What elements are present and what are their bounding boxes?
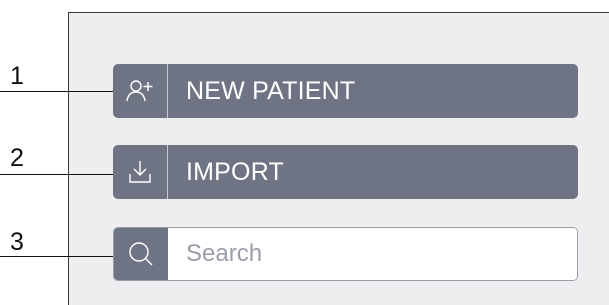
search-icon [129,242,153,266]
add-user-icon [126,80,153,102]
import-icon-cell [113,145,168,199]
new-patient-button[interactable]: NEW PATIENT [113,64,578,118]
new-patient-label: NEW PATIENT [186,76,356,105]
search-icon-cell[interactable] [114,228,168,280]
download-icon [129,161,151,183]
import-label: IMPORT [186,157,284,186]
new-patient-icon-cell [113,64,168,118]
import-button[interactable]: IMPORT [113,145,578,199]
callout-number-2: 2 [10,144,24,172]
search-box [113,227,578,281]
callout-number-1: 1 [10,62,24,90]
screen: 1 2 3 NEW PATIENT IMPORT [0,0,609,305]
callout-pointer-2 [56,174,118,175]
search-input[interactable] [168,228,577,280]
callout-pointer-3 [56,256,118,257]
callout-line-1 [0,91,56,92]
callout-line-2 [0,174,56,175]
callout-pointer-1 [56,91,118,92]
callout-line-3 [0,256,56,257]
callout-number-3: 3 [10,228,24,256]
